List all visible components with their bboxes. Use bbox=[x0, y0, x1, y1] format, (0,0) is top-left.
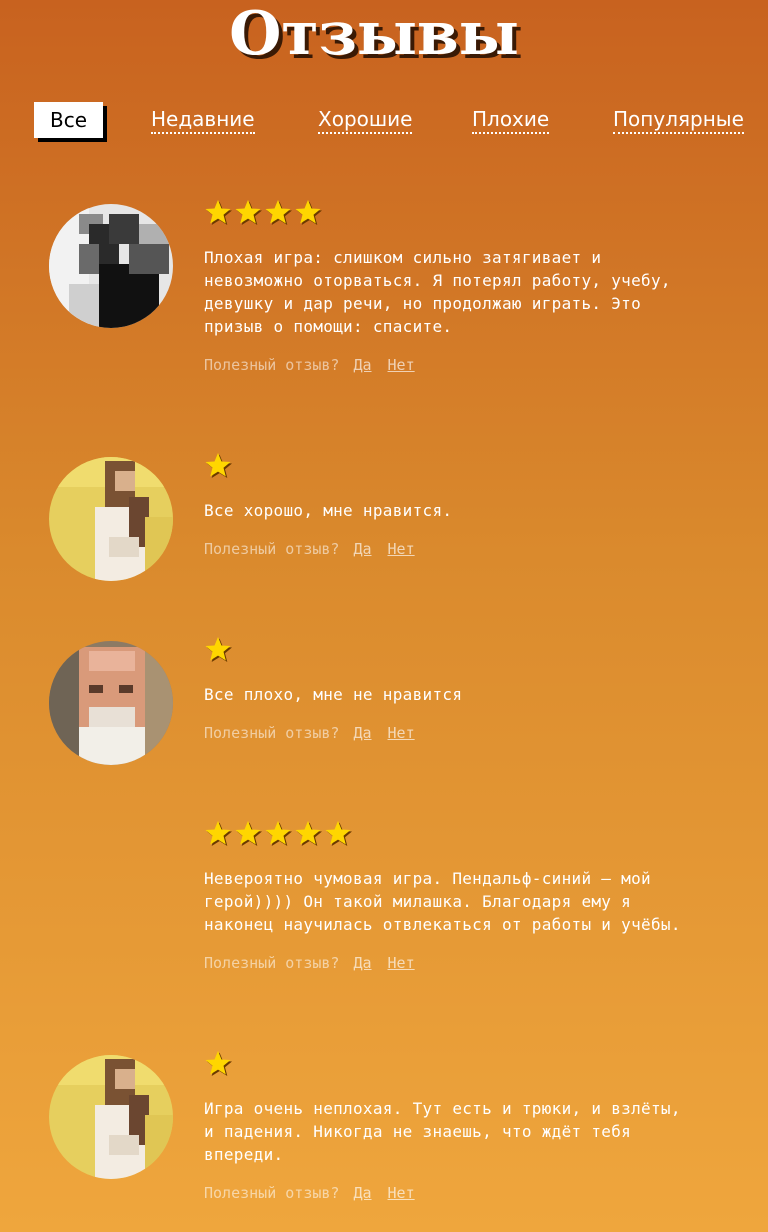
helpful-yes-link[interactable]: Да bbox=[353, 540, 371, 558]
helpful-no-link[interactable]: Нет bbox=[388, 540, 415, 558]
helpful-row: Полезный отзыв? Да Нет bbox=[204, 953, 431, 973]
tab-label: Все bbox=[50, 108, 88, 132]
tab-label: Недавние bbox=[151, 107, 255, 134]
avatar-woman-yellow-image bbox=[49, 457, 173, 581]
star-icon bbox=[205, 1051, 232, 1076]
helpful-question: Полезный отзыв? bbox=[204, 356, 340, 374]
tab-good[interactable]: Хорошие bbox=[318, 100, 413, 138]
helpful-yes-link[interactable]: Да bbox=[353, 954, 371, 972]
tab-popular[interactable]: Популярные bbox=[613, 100, 744, 138]
star-icon bbox=[325, 821, 352, 846]
avatar bbox=[49, 204, 173, 328]
tab-label: Плохие bbox=[472, 107, 550, 134]
star-icon bbox=[295, 821, 322, 846]
rating-stars bbox=[204, 819, 352, 847]
review-text: Все плохо, мне не нравится bbox=[204, 685, 463, 704]
avatar bbox=[49, 1055, 173, 1179]
tab-label: Хорошие bbox=[318, 107, 413, 134]
avatar bbox=[49, 457, 173, 581]
review-text: Все хорошо, мне нравится. bbox=[204, 501, 453, 520]
helpful-row: Полезный отзыв? Да Нет bbox=[204, 355, 431, 375]
helpful-question: Полезный отзыв? bbox=[204, 954, 340, 972]
star-icon bbox=[295, 200, 322, 225]
avatar-woman-yellow-image bbox=[49, 1055, 173, 1179]
helpful-yes-link[interactable]: Да bbox=[353, 724, 371, 742]
avatar-bald-man-image bbox=[49, 641, 173, 765]
page-title: Отзывы bbox=[229, 0, 519, 69]
avatar-bw-man-image bbox=[49, 204, 173, 328]
helpful-question: Полезный отзыв? bbox=[204, 1184, 340, 1202]
avatar bbox=[49, 641, 173, 765]
helpful-no-link[interactable]: Нет bbox=[388, 1184, 415, 1202]
helpful-question: Полезный отзыв? bbox=[204, 724, 340, 742]
star-icon bbox=[205, 200, 232, 225]
tab-label: Популярные bbox=[613, 107, 744, 134]
star-icon bbox=[205, 821, 232, 846]
helpful-no-link[interactable]: Нет bbox=[388, 954, 415, 972]
helpful-row: Полезный отзыв? Да Нет bbox=[204, 1183, 431, 1203]
review-text: Невероятно чумовая игра. Пендальф-синий … bbox=[204, 869, 681, 934]
helpful-yes-link[interactable]: Да bbox=[353, 356, 371, 374]
tab-bad[interactable]: Плохие bbox=[472, 100, 550, 138]
star-icon bbox=[235, 200, 262, 225]
star-icon bbox=[205, 453, 232, 478]
helpful-yes-link[interactable]: Да bbox=[353, 1184, 371, 1202]
star-icon bbox=[235, 821, 262, 846]
helpful-question: Полезный отзыв? bbox=[204, 540, 340, 558]
star-icon bbox=[205, 637, 232, 662]
rating-stars bbox=[204, 1049, 232, 1077]
rating-stars bbox=[204, 451, 232, 479]
filter-tabs: Все Недавние Хорошие Плохие Популярные bbox=[0, 100, 768, 140]
helpful-row: Полезный отзыв? Да Нет bbox=[204, 723, 431, 743]
tab-all[interactable]: Все bbox=[34, 102, 104, 138]
star-icon bbox=[265, 200, 292, 225]
helpful-no-link[interactable]: Нет bbox=[388, 724, 415, 742]
review-text: Игра очень неплохая. Тут есть и трюки, и… bbox=[204, 1099, 681, 1164]
tab-recent[interactable]: Недавние bbox=[151, 100, 255, 138]
rating-stars bbox=[204, 198, 322, 226]
star-icon bbox=[265, 821, 292, 846]
rating-stars bbox=[204, 635, 232, 663]
review-text: Плохая игра: слишком сильно затягивает и… bbox=[204, 248, 671, 336]
helpful-no-link[interactable]: Нет bbox=[388, 356, 415, 374]
helpful-row: Полезный отзыв? Да Нет bbox=[204, 539, 431, 559]
